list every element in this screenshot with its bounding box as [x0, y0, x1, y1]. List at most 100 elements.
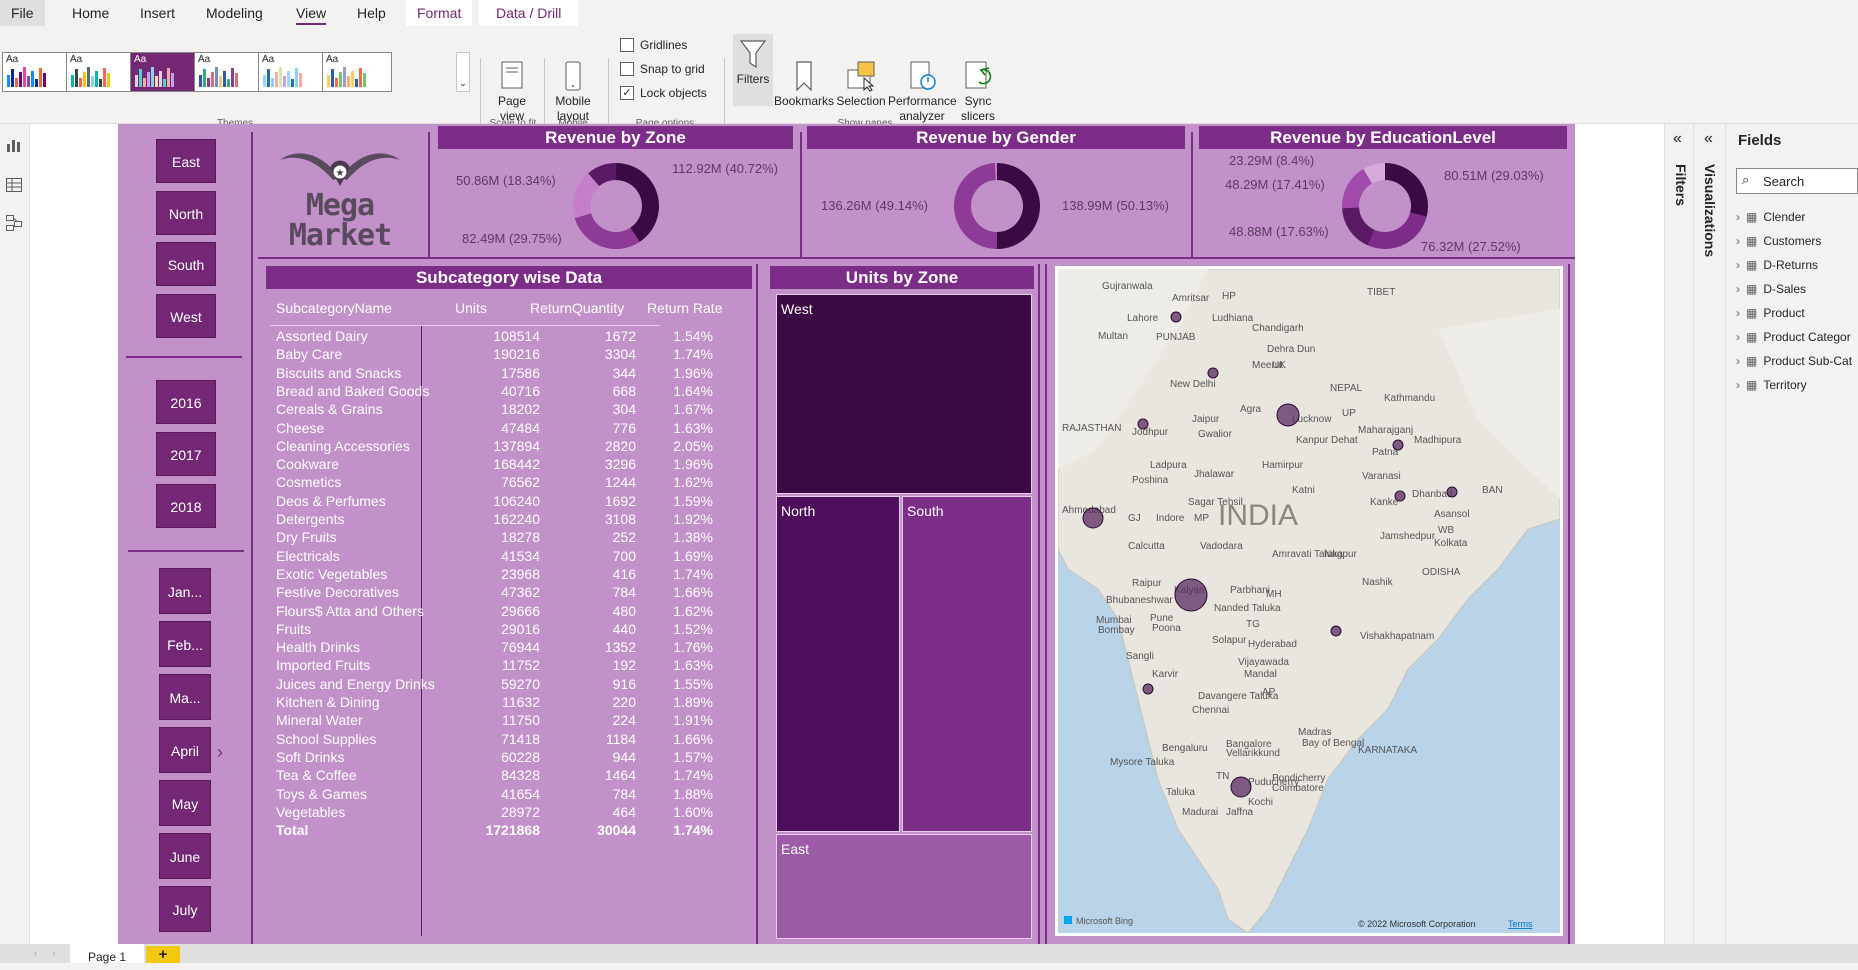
- month-slicer-item-july[interactable]: July: [159, 886, 211, 932]
- map-bubble[interactable]: [1142, 683, 1154, 695]
- table-row[interactable]: Cheese 47484 776 1.63%: [266, 420, 736, 438]
- selection-pane-button[interactable]: Selection: [835, 56, 887, 109]
- map-bubble[interactable]: [1207, 367, 1219, 379]
- month-slicer-item-may[interactable]: May: [159, 780, 211, 826]
- map-bubble[interactable]: [1394, 490, 1406, 502]
- map-bubble[interactable]: [1330, 625, 1342, 637]
- revenue-by-zone-donut[interactable]: [571, 161, 661, 251]
- chevron-right-icon[interactable]: ›: [1736, 306, 1740, 320]
- map-bubble[interactable]: [1276, 403, 1300, 427]
- chevron-right-icon[interactable]: ›: [1736, 354, 1740, 368]
- table-total-row[interactable]: Total 1721868 30044 1.74%: [266, 822, 736, 840]
- zone-slicer-item-west[interactable]: West: [156, 293, 216, 338]
- table-row[interactable]: Festive Decoratives 47362 784 1.66%: [266, 584, 736, 602]
- model-view-icon[interactable]: [5, 214, 23, 232]
- field-table-clender[interactable]: › ▦ Clender: [1736, 210, 1805, 224]
- data-view-icon[interactable]: [5, 176, 23, 194]
- col-header-units[interactable]: Units: [455, 300, 487, 316]
- month-slicer-item-april[interactable]: April: [159, 727, 211, 773]
- revenue-by-education-donut[interactable]: [1340, 161, 1430, 251]
- table-row[interactable]: Bread and Baked Goods 40716 668 1.64%: [266, 383, 736, 401]
- menu-insert[interactable]: Insert: [140, 0, 175, 26]
- year-slicer-item-2018[interactable]: 2018: [156, 484, 216, 528]
- snap-to-grid-checkbox[interactable]: Snap to grid: [620, 60, 705, 78]
- month-slicer-item-jan[interactable]: Jan...: [159, 568, 211, 614]
- col-header-return-rate[interactable]: Return Rate: [647, 300, 722, 316]
- table-row[interactable]: Flours$ Atta and Others 29666 480 1.62%: [266, 603, 736, 621]
- education-slice[interactable]: [1367, 212, 1427, 249]
- field-table-product[interactable]: › ▦ Product: [1736, 306, 1805, 320]
- menu-data-drill[interactable]: Data / Drill: [479, 0, 579, 26]
- page-view-button[interactable]: Page view: [491, 56, 533, 124]
- table-row[interactable]: Fruits 29016 440 1.52%: [266, 621, 736, 639]
- menu-format[interactable]: Format: [406, 0, 473, 26]
- map-bubble[interactable]: [1392, 439, 1404, 451]
- theme-swatch[interactable]: Aa: [130, 52, 200, 92]
- chevron-right-icon[interactable]: ›: [1736, 210, 1740, 224]
- map-bubble[interactable]: [1174, 578, 1208, 612]
- month-slicer-item-feb[interactable]: Feb...: [159, 621, 211, 667]
- treemap-tile-north[interactable]: North: [776, 496, 900, 832]
- table-row[interactable]: Deos & Perfumes 106240 1692 1.59%: [266, 493, 736, 511]
- theme-swatch[interactable]: Aa: [322, 52, 392, 92]
- table-row[interactable]: Electricals 41534 700 1.69%: [266, 548, 736, 566]
- fields-search-input[interactable]: ⌕ Search: [1736, 168, 1858, 194]
- gridlines-checkbox[interactable]: Gridlines: [620, 36, 687, 54]
- menu-help[interactable]: Help: [357, 0, 386, 26]
- month-slicer-item-june[interactable]: June: [159, 833, 211, 879]
- chevron-right-icon[interactable]: ›: [1736, 258, 1740, 272]
- expand-filters-icon[interactable]: «: [1673, 130, 1682, 148]
- map-bubble[interactable]: [1082, 507, 1104, 529]
- treemap-tile-west[interactable]: West: [776, 294, 1032, 494]
- theme-swatch[interactable]: Aa: [66, 52, 136, 92]
- menu-modeling[interactable]: Modeling: [206, 0, 263, 26]
- table-row[interactable]: Imported Fruits 11752 192 1.63%: [266, 657, 736, 675]
- map-bubble[interactable]: [1137, 418, 1149, 430]
- table-row[interactable]: Kitchen & Dining 11632 220 1.89%: [266, 694, 736, 712]
- year-slicer-item-2016[interactable]: 2016: [156, 380, 216, 424]
- gender-slice[interactable]: [996, 163, 1040, 249]
- zone-slicer-item-north[interactable]: North: [156, 190, 216, 235]
- table-row[interactable]: Cookware 168442 3296 1.96%: [266, 456, 736, 474]
- chevron-right-icon[interactable]: ›: [1736, 234, 1740, 248]
- table-row[interactable]: Cosmetics 76562 1244 1.62%: [266, 474, 736, 492]
- table-row[interactable]: Baby Care 190216 3304 1.74%: [266, 346, 736, 364]
- map-terms-link[interactable]: Terms: [1508, 919, 1533, 929]
- table-row[interactable]: Cereals & Grains 18202 304 1.67%: [266, 401, 736, 419]
- chevron-right-icon[interactable]: ›: [1736, 282, 1740, 296]
- map-canvas[interactable]: Gujranwala Amritsar HP Lahore LudhianaChandi…: [1057, 268, 1561, 934]
- theme-swatch[interactable]: Aa: [2, 52, 72, 92]
- field-table-d-sales[interactable]: › ▦ D-Sales: [1736, 282, 1806, 296]
- table-row[interactable]: Cleaning Accessories 137894 2820 2.05%: [266, 438, 736, 456]
- field-table-d-returns[interactable]: › ▦ D-Returns: [1736, 258, 1818, 272]
- treemap-tile-east[interactable]: East: [776, 834, 1032, 939]
- zone-slicer-item-south[interactable]: South: [156, 242, 216, 286]
- revenue-by-gender-donut[interactable]: [952, 161, 1042, 251]
- field-table-product-categor[interactable]: › ▦ Product Categor: [1736, 330, 1851, 344]
- menu-file[interactable]: File: [0, 0, 45, 26]
- table-row[interactable]: Exotic Vegetables 23968 416 1.74%: [266, 566, 736, 584]
- themes-more-icon[interactable]: ⌄: [456, 52, 470, 92]
- sync-slicers-button[interactable]: Sync slicers: [957, 56, 999, 124]
- visualizations-pane-collapsed[interactable]: « Visualizations: [1694, 124, 1726, 944]
- tab-page-1[interactable]: Page 1: [70, 944, 144, 964]
- table-row[interactable]: School Supplies 71418 1184 1.66%: [266, 731, 736, 749]
- month-slicer-item-ma[interactable]: Ma...: [159, 674, 211, 720]
- chevron-right-icon[interactable]: ›: [1736, 378, 1740, 392]
- education-slice[interactable]: [1342, 207, 1375, 246]
- field-table-territory[interactable]: › ▦ Territory: [1736, 378, 1807, 392]
- zone-slice[interactable]: [616, 163, 659, 242]
- next-page-icon[interactable]: ›: [52, 948, 55, 959]
- field-table-product-sub-cat[interactable]: › ▦ Product Sub-Cat: [1736, 354, 1852, 368]
- education-slice[interactable]: [1385, 163, 1428, 217]
- report-view-icon[interactable]: [5, 136, 23, 154]
- bookmarks-pane-button[interactable]: Bookmarks: [773, 56, 835, 109]
- table-row[interactable]: Juices and Energy Drinks 59270 916 1.55%: [266, 676, 736, 694]
- menu-home[interactable]: Home: [72, 0, 109, 26]
- chevron-right-icon[interactable]: ›: [1736, 330, 1740, 344]
- map-bubble[interactable]: [1170, 311, 1182, 323]
- chevron-right-icon[interactable]: ›: [217, 742, 223, 763]
- table-row[interactable]: Mineral Water 11750 224 1.91%: [266, 712, 736, 730]
- revenue-map[interactable]: Gujranwala Amritsar HP Lahore Ludhiana Chandi…: [1055, 266, 1563, 936]
- table-row[interactable]: Detergents 162240 3108 1.92%: [266, 511, 736, 529]
